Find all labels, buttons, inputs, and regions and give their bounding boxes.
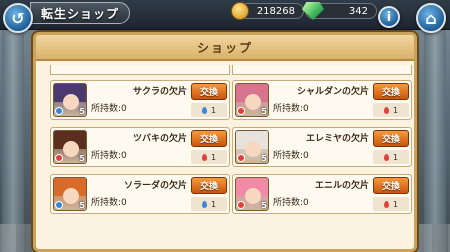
title-plate: 転生ショップ: [30, 2, 130, 24]
owned-count: 所持数:0: [273, 151, 309, 161]
element-icon: [237, 201, 245, 209]
panel-header: ショップ: [36, 35, 414, 61]
character-portrait: 5: [53, 177, 87, 211]
item-name: ツバキの欠片: [132, 134, 187, 144]
item-name: エニルの欠片: [314, 181, 369, 191]
drop-icon: [383, 153, 389, 161]
character-portrait: 5: [235, 83, 269, 117]
list-item-partial: [50, 65, 230, 75]
cost-value: 1: [210, 152, 217, 162]
rarity-count: 5: [261, 154, 267, 163]
info-icon: i: [386, 9, 392, 25]
background-pillar: [424, 30, 446, 252]
character-portrait: 5: [235, 177, 269, 211]
cost-value: 1: [392, 152, 399, 162]
coin-icon: [231, 2, 249, 20]
rarity-count: 5: [79, 154, 85, 163]
shop-panel: ショップ 5 サクラの欠片 所持数:0 交換 1 5 シャルダンの欠片 所持数:…: [33, 32, 417, 252]
exchange-button[interactable]: 交換: [373, 83, 409, 100]
character-portrait: 5: [53, 83, 87, 117]
list-item: 5 エレミヤの欠片 所持数:0 交換 1: [232, 127, 412, 167]
cost-value: 1: [210, 199, 217, 209]
character-portrait: 5: [53, 130, 87, 164]
element-icon: [237, 107, 245, 115]
exchange-button[interactable]: 交換: [373, 177, 409, 194]
gold-amount: 218268: [256, 5, 295, 17]
element-icon: [237, 154, 245, 162]
element-icon: [55, 154, 63, 162]
drop-icon: [201, 153, 207, 161]
owned-count: 所持数:0: [91, 104, 127, 114]
list-item-partial: [232, 65, 412, 75]
element-icon: [55, 201, 63, 209]
list-item: 5 シャルダンの欠片 所持数:0 交換 1: [232, 80, 412, 120]
info-button[interactable]: i: [378, 6, 400, 28]
portrait-face: [245, 94, 261, 110]
background-pillar: [2, 30, 24, 252]
portrait-face: [63, 94, 79, 110]
owned-count: 所持数:0: [91, 151, 127, 161]
back-button[interactable]: ↺: [3, 3, 33, 33]
panel-title: ショップ: [196, 40, 253, 55]
list-item: 5 サクラの欠片 所持数:0 交換 1: [50, 80, 230, 120]
element-icon: [55, 107, 63, 115]
list-item: 5 ソラーダの欠片 所持数:0 交換 1: [50, 174, 230, 214]
rarity-count: 5: [261, 107, 267, 116]
page-title: 転生ショップ: [41, 6, 120, 21]
cost: 1: [373, 150, 409, 164]
cost: 1: [191, 197, 227, 211]
exchange-button[interactable]: 交換: [191, 83, 227, 100]
drop-icon: [201, 200, 207, 208]
cost: 1: [191, 103, 227, 117]
portrait-face: [245, 141, 261, 157]
drop-icon: [383, 200, 389, 208]
exchange-button[interactable]: 交換: [191, 130, 227, 147]
rarity-count: 5: [79, 107, 85, 116]
gem-amount: 342: [348, 5, 368, 17]
cost-value: 1: [392, 105, 399, 115]
cost-value: 1: [392, 199, 399, 209]
owned-count: 所持数:0: [273, 104, 309, 114]
gold-counter: 218268: [231, 2, 304, 20]
owned-count: 所持数:0: [91, 198, 127, 208]
rarity-count: 5: [79, 201, 85, 210]
home-button[interactable]: ⌂: [416, 3, 446, 33]
item-name: ソラーダの欠片: [123, 181, 187, 191]
item-name: エレミヤの欠片: [305, 134, 369, 144]
portrait-face: [63, 141, 79, 157]
item-name: サクラの欠片: [132, 87, 187, 97]
cost: 1: [373, 103, 409, 117]
owned-count: 所持数:0: [273, 198, 309, 208]
item-name: シャルダンの欠片: [296, 87, 369, 97]
cost-value: 1: [210, 105, 217, 115]
list-item: 5 エニルの欠片 所持数:0 交換 1: [232, 174, 412, 214]
exchange-button[interactable]: 交換: [373, 130, 409, 147]
portrait-face: [245, 188, 261, 204]
character-portrait: 5: [235, 130, 269, 164]
list-item: 5 ツバキの欠片 所持数:0 交換 1: [50, 127, 230, 167]
exchange-button[interactable]: 交換: [191, 177, 227, 194]
home-icon: ⌂: [425, 8, 437, 28]
cost: 1: [191, 150, 227, 164]
drop-icon: [383, 106, 389, 114]
drop-icon: [201, 106, 207, 114]
gem-counter: 342: [302, 2, 377, 20]
portrait-face: [63, 188, 79, 204]
back-arrow-icon: ↺: [11, 8, 25, 28]
rarity-count: 5: [261, 201, 267, 210]
cost: 1: [373, 197, 409, 211]
